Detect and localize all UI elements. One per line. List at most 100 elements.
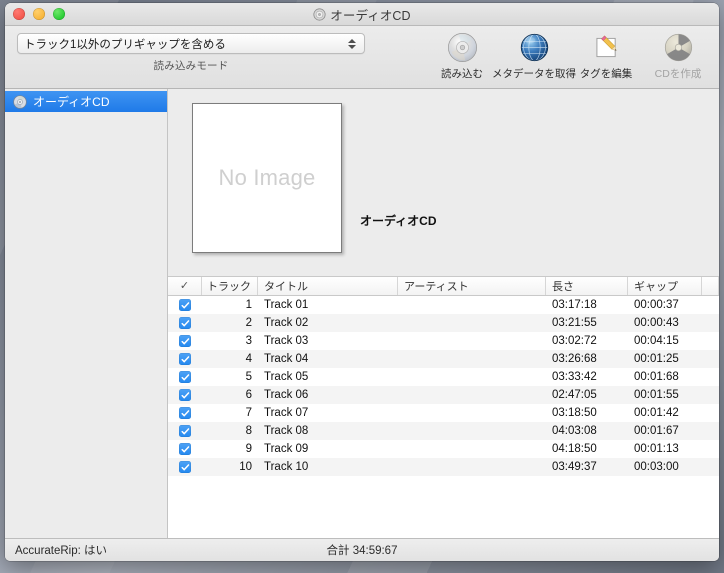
window-title-group: オーディオCD <box>5 5 719 24</box>
checkbox-checked-icon <box>179 389 191 401</box>
checkbox-checked-icon <box>179 425 191 437</box>
edit-tags-button-label: タグを編集 <box>579 68 633 80</box>
sidebar-item-audio-cd[interactable]: オーディオCD <box>5 91 167 112</box>
import-button-label: 読み込む <box>441 68 483 80</box>
cell-title: Track 10 <box>264 461 309 473</box>
cd-disc-icon <box>446 31 479 64</box>
cell-length: 03:33:42 <box>552 371 597 383</box>
table-row[interactable]: 4 Track 04 03:26:68 00:01:25 <box>168 350 719 368</box>
cell-track-number: 4 <box>245 353 252 365</box>
table-row[interactable]: 9 Track 09 04:18:50 00:01:13 <box>168 440 719 458</box>
traffic-light-buttons <box>13 8 65 20</box>
table-row[interactable]: 10 Track 10 03:49:37 00:03:00 <box>168 458 719 476</box>
cell-title: Track 04 <box>264 353 309 365</box>
cell-length: 03:17:18 <box>552 299 597 311</box>
sidebar-item-label: オーディオCD <box>33 95 110 109</box>
cell-track-number: 6 <box>245 389 252 401</box>
sidebar: オーディオCD <box>5 89 168 538</box>
album-title: オーディオCD <box>360 214 437 228</box>
no-image-placeholder: No Image <box>218 165 316 190</box>
column-header-title[interactable]: タイトル <box>258 277 398 295</box>
window-title-text: オーディオCD <box>330 8 411 23</box>
row-checkbox[interactable] <box>168 353 202 365</box>
cell-gap: 00:03:00 <box>634 461 679 473</box>
table-row[interactable]: 6 Track 06 02:47:05 00:01:55 <box>168 386 719 404</box>
pencil-note-icon <box>590 31 623 64</box>
read-mode-caption: 読み込みモード <box>153 60 229 72</box>
checkbox-checked-icon <box>179 317 191 329</box>
zoom-button[interactable] <box>53 8 65 20</box>
column-header-track[interactable]: トラック <box>202 277 258 295</box>
toolbar: トラック1以外のプリギャップを含める 読み込みモード 読み込む メタデータを取得… <box>5 26 719 89</box>
get-metadata-button[interactable]: メタデータを取得 <box>492 31 576 81</box>
cell-length: 03:21:55 <box>552 317 597 329</box>
cell-gap: 00:00:37 <box>634 299 679 311</box>
checkbox-checked-icon <box>179 371 191 383</box>
minimize-button[interactable] <box>33 8 45 20</box>
cell-gap: 00:01:25 <box>634 353 679 365</box>
column-header-length[interactable]: 長さ <box>546 277 628 295</box>
checkbox-checked-icon <box>179 461 191 473</box>
cell-track-number: 1 <box>245 299 252 311</box>
row-checkbox[interactable] <box>168 461 202 473</box>
row-checkbox[interactable] <box>168 443 202 455</box>
cell-gap: 00:01:67 <box>634 425 679 437</box>
accuraterip-status: AccurateRip: はい <box>15 545 108 557</box>
column-header-checkbox[interactable]: ✓ <box>168 277 202 295</box>
cell-track-number: 9 <box>245 443 252 455</box>
edit-tags-button[interactable]: タグを編集 <box>570 31 642 81</box>
checkmark-icon: ✓ <box>179 279 190 292</box>
cell-title: Track 08 <box>264 425 309 437</box>
row-checkbox[interactable] <box>168 299 202 311</box>
cell-gap: 00:01:13 <box>634 443 679 455</box>
title-bar[interactable]: オーディオCD <box>5 3 719 26</box>
get-metadata-button-label: メタデータを取得 <box>492 68 576 80</box>
globe-icon <box>518 31 551 64</box>
column-header-artist[interactable]: アーティスト <box>398 277 546 295</box>
cell-track-number: 7 <box>245 407 252 419</box>
table-row[interactable]: 8 Track 08 04:03:08 00:01:67 <box>168 422 719 440</box>
row-checkbox[interactable] <box>168 389 202 401</box>
cell-gap: 00:01:42 <box>634 407 679 419</box>
cell-length: 03:49:37 <box>552 461 597 473</box>
create-cd-button-label: CDを作成 <box>654 68 702 80</box>
column-header-gap[interactable]: ギャップ <box>628 277 702 295</box>
table-row[interactable]: 3 Track 03 03:02:72 00:04:15 <box>168 332 719 350</box>
checkbox-checked-icon <box>179 335 191 347</box>
cell-track-number: 3 <box>245 335 252 347</box>
row-checkbox[interactable] <box>168 407 202 419</box>
create-cd-button[interactable]: CDを作成 <box>642 31 714 81</box>
import-button[interactable]: 読み込む <box>426 31 498 81</box>
cell-length: 03:18:50 <box>552 407 597 419</box>
cell-track-number: 2 <box>245 317 252 329</box>
cell-gap: 00:01:55 <box>634 389 679 401</box>
burn-disc-icon <box>662 31 695 64</box>
read-mode-popup-button[interactable]: トラック1以外のプリギャップを含める <box>17 33 365 54</box>
checkbox-checked-icon <box>179 353 191 365</box>
table-row[interactable]: 1 Track 01 03:17:18 00:00:37 <box>168 296 719 314</box>
row-checkbox[interactable] <box>168 335 202 347</box>
cell-title: Track 09 <box>264 443 309 455</box>
cell-track-number: 10 <box>239 461 252 473</box>
album-artwork[interactable]: No Image <box>192 103 342 253</box>
chevron-updown-icon[interactable] <box>347 37 356 51</box>
cell-length: 03:26:68 <box>552 353 597 365</box>
cell-gap: 00:00:43 <box>634 317 679 329</box>
row-checkbox[interactable] <box>168 425 202 437</box>
close-button[interactable] <box>13 8 25 20</box>
table-row[interactable]: 5 Track 05 03:33:42 00:01:68 <box>168 368 719 386</box>
table-row[interactable]: 7 Track 07 03:18:50 00:01:42 <box>168 404 719 422</box>
cell-title: Track 06 <box>264 389 309 401</box>
cell-title: Track 02 <box>264 317 309 329</box>
row-checkbox[interactable] <box>168 317 202 329</box>
cd-disc-icon <box>313 7 326 21</box>
status-bar: AccurateRip: はい 合計 34:59:67 <box>5 538 719 561</box>
cell-length: 04:03:08 <box>552 425 597 437</box>
checkbox-checked-icon <box>179 407 191 419</box>
row-checkbox[interactable] <box>168 371 202 383</box>
cell-gap: 00:04:15 <box>634 335 679 347</box>
cell-title: Track 03 <box>264 335 309 347</box>
table-row[interactable]: 2 Track 02 03:21:55 00:00:43 <box>168 314 719 332</box>
cell-length: 02:47:05 <box>552 389 597 401</box>
total-time-status: 合計 34:59:67 <box>326 545 398 557</box>
